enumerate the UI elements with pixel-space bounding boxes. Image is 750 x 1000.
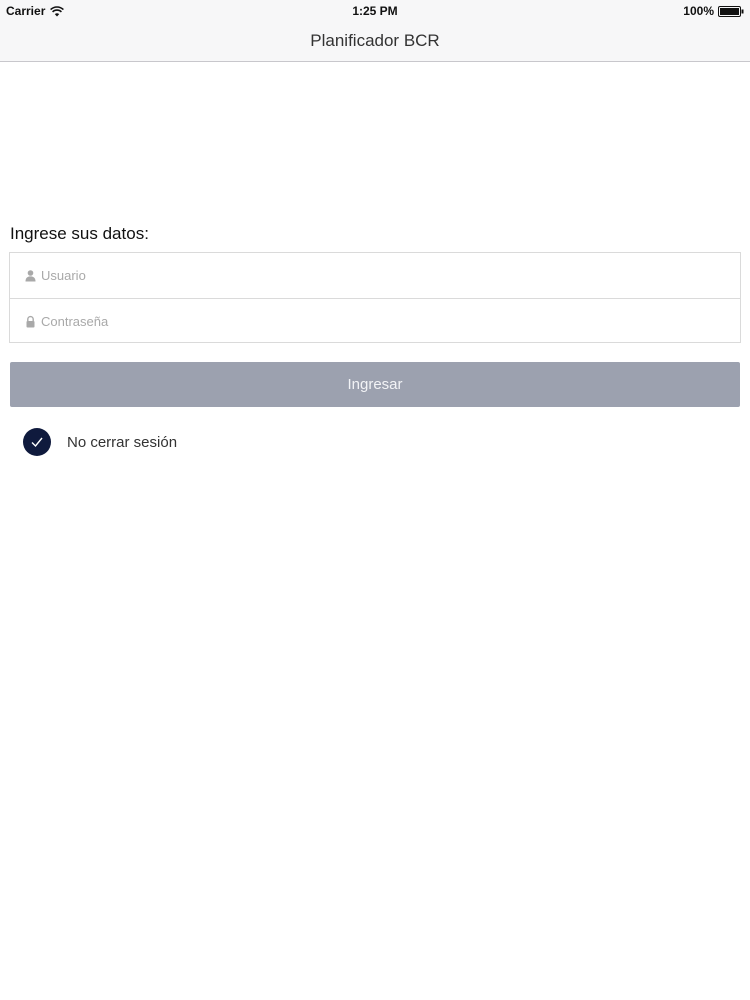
status-right: 100% [683, 4, 744, 18]
username-row [10, 253, 740, 298]
remember-session-row: No cerrar sesión [23, 428, 177, 456]
login-button[interactable]: Ingresar [10, 362, 740, 407]
lock-icon [26, 315, 35, 327]
battery-icon [718, 5, 744, 17]
page-title: Planificador BCR [310, 31, 440, 50]
form-heading: Ingrese sus datos: [10, 224, 149, 243]
status-bar: Carrier 1:25 PM 100% [0, 0, 750, 22]
remember-session-label: No cerrar sesión [67, 433, 178, 451]
login-fields [9, 252, 741, 343]
login-screen: Carrier 1:25 PM 100% Planificador BCR In… [0, 0, 750, 1000]
password-input[interactable] [41, 306, 740, 336]
username-input[interactable] [41, 260, 740, 291]
password-row [10, 298, 740, 343]
checkmark-icon [31, 437, 43, 448]
remember-session-checkbox[interactable] [23, 428, 51, 456]
status-time: 1:25 PM [352, 4, 398, 18]
navigation-bar: Planificador BCR [0, 22, 750, 62]
user-icon [25, 270, 36, 282]
battery-percent: 100% [683, 4, 714, 18]
